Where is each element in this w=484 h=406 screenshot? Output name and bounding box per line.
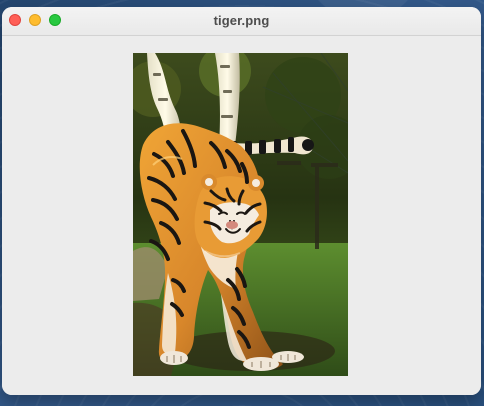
image-viewer-content <box>2 36 481 395</box>
titlebar[interactable]: tiger.png <box>2 7 481 36</box>
tiger-illustration <box>133 53 348 376</box>
tiger-image <box>133 53 348 376</box>
preview-window: tiger.png <box>2 7 481 395</box>
window-title: tiger.png <box>213 13 270 28</box>
